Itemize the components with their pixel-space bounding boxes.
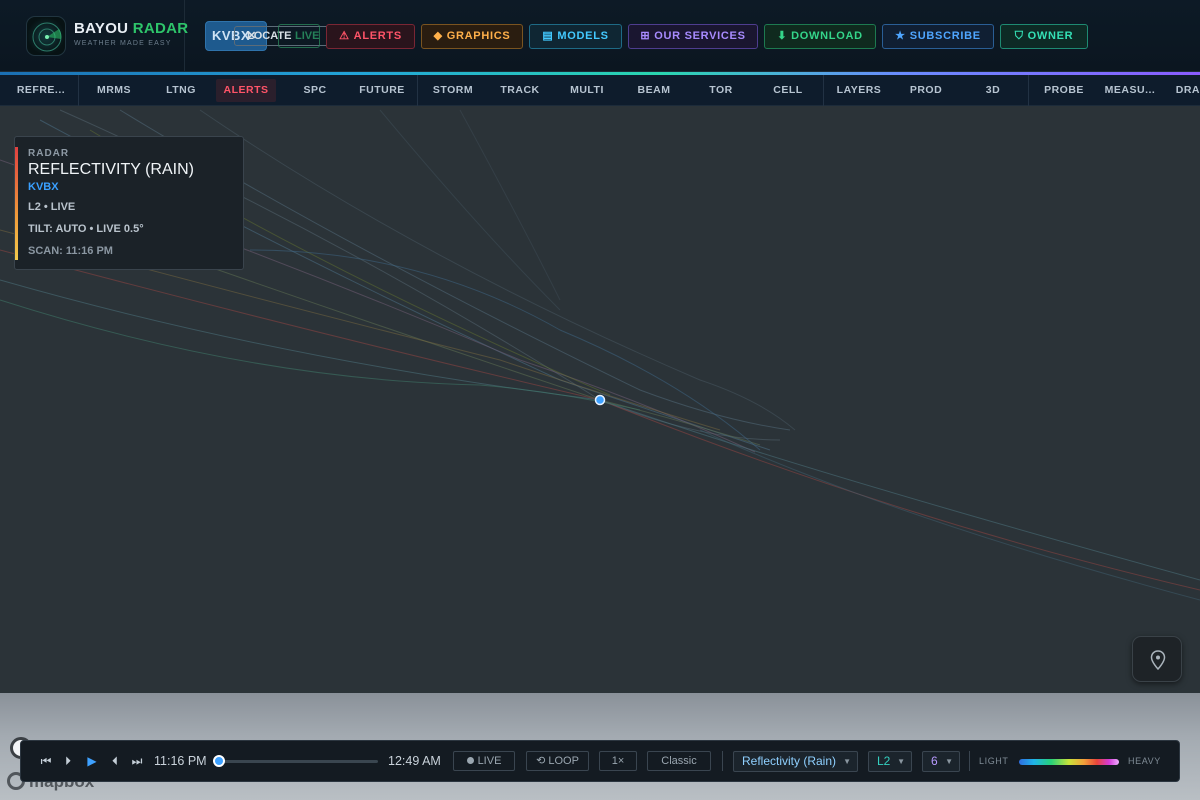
download-icon: ⬇ bbox=[777, 30, 788, 42]
brand-name: BAYOU RADAR bbox=[74, 20, 188, 37]
tool-alerts[interactable]: ALERTS bbox=[216, 79, 276, 102]
frame-count-select[interactable]: 6 ▼ bbox=[922, 751, 960, 772]
tool-refresh[interactable]: REFRE... bbox=[11, 79, 71, 102]
tool-mrms[interactable]: MRMS bbox=[84, 79, 144, 102]
nav-download-button[interactable]: ⬇ DOWNLOAD bbox=[764, 24, 876, 49]
playbar-divider bbox=[969, 751, 970, 771]
close-icon: ✕ bbox=[247, 30, 257, 42]
tool-spc[interactable]: SPC bbox=[285, 79, 345, 102]
step-back-icon[interactable]: ⏴ bbox=[107, 754, 123, 768]
nav-services-button[interactable]: ⊞ OUR SERVICES bbox=[628, 24, 758, 49]
nav-owner-button[interactable]: ⛉ OWNER bbox=[1000, 24, 1088, 49]
live-toggle-label: LIVE bbox=[477, 755, 502, 767]
legend-light-label: LIGHT bbox=[979, 756, 1009, 766]
tool-beam[interactable]: BEAM bbox=[624, 79, 684, 102]
chevron-down-icon: ▼ bbox=[843, 757, 851, 766]
tool-track[interactable]: TRACK bbox=[490, 79, 550, 102]
loop-toggle[interactable]: ⟲ LOOP bbox=[526, 751, 589, 771]
start-time: 11:16 PM bbox=[154, 754, 207, 768]
nav-alerts-button[interactable]: ⚠ ALERTS bbox=[326, 24, 415, 49]
skip-start-icon[interactable]: ⏮ bbox=[38, 754, 54, 768]
timeline-knob[interactable] bbox=[213, 755, 225, 767]
playbar-divider bbox=[722, 751, 723, 771]
nav-owner-label: OWNER bbox=[1027, 30, 1074, 42]
toolbar-divider bbox=[823, 75, 824, 106]
end-time: 12:49 AM bbox=[388, 754, 441, 768]
shield-icon: ⛉ bbox=[1014, 30, 1024, 42]
station-marker[interactable] bbox=[594, 394, 606, 406]
chevron-down-icon: ▼ bbox=[945, 757, 953, 766]
diamond-icon: ◆ bbox=[433, 30, 443, 42]
tool-storm[interactable]: STORM bbox=[423, 79, 483, 102]
info-label: RADAR bbox=[28, 148, 70, 159]
level-select[interactable]: L2 ▼ bbox=[868, 751, 912, 772]
legend-heavy-label: HEAVY bbox=[1128, 756, 1161, 766]
brand-block[interactable]: BAYOU RADAR WEATHER MADE EASY bbox=[0, 0, 188, 72]
nav-graphics-button[interactable]: ◆ GRAPHICS bbox=[421, 24, 523, 49]
info-level-status: L2 • LIVE bbox=[28, 201, 76, 213]
playback-bar: ⏮ ⏵ ▶ ⏴ ⏭ 11:16 PM 12:49 AM LIVE ⟲ LOOP … bbox=[20, 740, 1180, 782]
live-dot-icon bbox=[466, 757, 474, 764]
style-button[interactable]: Classic bbox=[647, 751, 711, 771]
nav-subscribe-label: SUBSCRIBE bbox=[909, 30, 981, 42]
info-station[interactable]: KVBX bbox=[28, 181, 59, 193]
top-header: BAYOU RADAR WEATHER MADE EASY KVBX ✕ LOCA… bbox=[0, 0, 1200, 72]
product-select-value: Reflectivity (Rain) bbox=[742, 754, 837, 768]
live-toggle[interactable]: LIVE bbox=[453, 751, 515, 771]
skip-end-icon[interactable]: ⏭ bbox=[129, 754, 145, 768]
tool-layers[interactable]: LAYERS bbox=[829, 79, 889, 102]
info-tilt: TILT: AUTO • LIVE 0.5° bbox=[28, 223, 144, 235]
nav-models-label: MODELS bbox=[557, 30, 609, 42]
tool-measure[interactable]: MEASU... bbox=[1100, 79, 1160, 102]
tool-draw[interactable]: DRA bbox=[1166, 79, 1200, 102]
tool-3d[interactable]: 3D bbox=[963, 79, 1023, 102]
live-button[interactable]: LIVE bbox=[278, 24, 320, 48]
nav-download-label: DOWNLOAD bbox=[791, 30, 863, 42]
info-product: REFLECTIVITY (RAIN) bbox=[28, 161, 194, 178]
radar-logo-icon bbox=[26, 16, 66, 56]
step-forward-icon[interactable]: ⏵ bbox=[60, 754, 76, 768]
nav-graphics-label: GRAPHICS bbox=[446, 30, 511, 42]
radar-info-panel: RADAR REFLECTIVITY (RAIN) KVBX L2 • LIVE… bbox=[14, 136, 244, 270]
tool-probe[interactable]: PROBE bbox=[1034, 79, 1094, 102]
brand-name-part1: BAYOU bbox=[74, 20, 129, 37]
list-icon: ▤ bbox=[542, 30, 554, 42]
info-scan-time: SCAN: 11:16 PM bbox=[28, 245, 113, 257]
speed-button[interactable]: 1× bbox=[599, 751, 637, 771]
toolbar-divider bbox=[78, 75, 79, 106]
timeline-track[interactable] bbox=[218, 760, 378, 763]
brand-name-part2: RADAR bbox=[132, 20, 189, 37]
product-select[interactable]: Reflectivity (Rain) ▼ bbox=[733, 751, 858, 772]
star-icon: ★ bbox=[895, 30, 906, 42]
loop-icon: ⟲ bbox=[536, 755, 549, 767]
location-pin-icon bbox=[1150, 650, 1166, 670]
grid-icon: ⊞ bbox=[640, 30, 651, 42]
toolbar-divider bbox=[417, 75, 418, 106]
reflectivity-legend-bar bbox=[1019, 759, 1119, 765]
tool-bar: REFRE... MRMS LTNG ALERTS SPC FUTURE STO… bbox=[0, 75, 1200, 106]
tool-cell[interactable]: CELL bbox=[758, 79, 818, 102]
tool-products[interactable]: PROD bbox=[896, 79, 956, 102]
my-location-button[interactable] bbox=[1132, 636, 1182, 682]
info-color-bar bbox=[15, 147, 18, 260]
tool-multi[interactable]: MULTI bbox=[557, 79, 617, 102]
loop-toggle-label: LOOP bbox=[548, 755, 579, 767]
frame-count-value: 6 bbox=[931, 754, 938, 768]
warning-icon: ⚠ bbox=[339, 30, 350, 42]
nav-subscribe-button[interactable]: ★ SUBSCRIBE bbox=[882, 24, 994, 49]
chevron-down-icon: ▼ bbox=[897, 757, 905, 766]
level-select-value: L2 bbox=[877, 754, 891, 768]
tool-lightning[interactable]: LTNG bbox=[151, 79, 211, 102]
play-icon[interactable]: ▶ bbox=[84, 754, 100, 768]
tool-future[interactable]: FUTURE bbox=[352, 79, 412, 102]
tool-tor[interactable]: TOR bbox=[691, 79, 751, 102]
nav-alerts-label: ALERTS bbox=[353, 30, 402, 42]
toolbar-divider bbox=[1028, 75, 1029, 106]
brand-tagline: WEATHER MADE EASY bbox=[74, 40, 172, 47]
nav-services-label: OUR SERVICES bbox=[654, 30, 746, 42]
nav-models-button[interactable]: ▤ MODELS bbox=[529, 24, 622, 49]
